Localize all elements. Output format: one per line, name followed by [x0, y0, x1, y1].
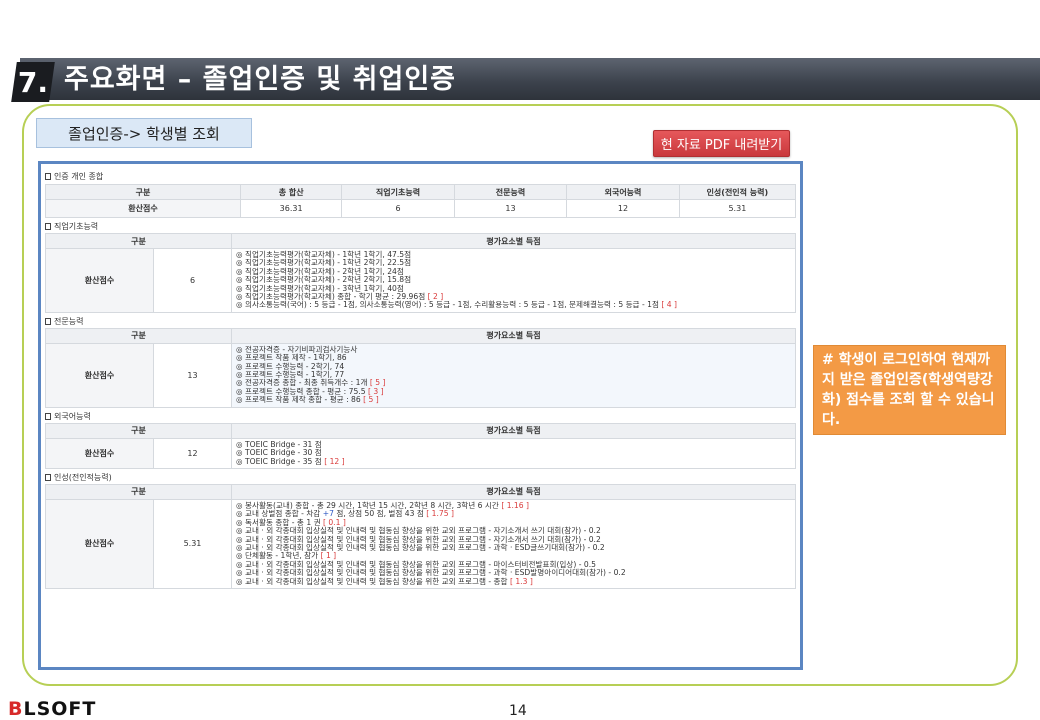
summary-cell: 6	[341, 199, 455, 218]
section-table-basic-skills: 구분 평가요소별 득점 환산점수 6 ◎ 직업기초능력평가(학교자체) - 1학년 1학…	[45, 233, 797, 313]
sections-container: 직업기초능력 구분 평가요소별 득점 환산점수 6 ◎ 직업기초능력평가(학교자체) - …	[45, 220, 797, 589]
section-label: 환산점수	[45, 498, 154, 589]
page-number: 14	[509, 703, 527, 719]
summary-table: 구분 총 합산 직업기초능력 전문능력 외국어능력 인성(전인적 능력) 환산점…	[45, 184, 797, 218]
section-header-cell: 구분	[45, 233, 232, 249]
list-item: ◎ 의사소통능력(국어) : 5 등급 - 1점, 의사소통능력(영어) : 5…	[235, 300, 677, 310]
section-row: 환산점수 5.31 ◎ 봉사활동(교내) 종합 - 총 29 시간, 1학년 15 …	[45, 498, 797, 589]
section-score: 12	[153, 437, 232, 469]
section-box-icon	[45, 473, 51, 481]
list-item: ◎ 교내 · 외 각종대회 입상실적 및 인내력 및 협동심 향상을 위한 교외…	[235, 576, 533, 586]
section-score: 6	[153, 248, 232, 313]
section-header-cell: 평가요소별 득점	[230, 233, 797, 249]
section-label: 환산점수	[45, 437, 154, 469]
section-header-row: 구분 평가요소별 득점	[45, 422, 797, 439]
list-item: ◎ TOEIC Bridge - 35 점 [ 12 ]	[235, 456, 345, 466]
summary-header-cell: 외국어능력	[566, 184, 680, 200]
score-panel: 인증 개인 종합 구분 총 합산 직업기초능력 전문능력 외국어능력 인성(전인…	[38, 161, 803, 670]
section-header-summary: 인증 개인 종합	[45, 170, 796, 183]
section-table-character: 구분 평가요소별 득점 환산점수 5.31 ◎ 봉사활동(교내) 종합 - 총 29 시…	[45, 483, 797, 589]
summary-header-cell: 직업기초능력	[341, 184, 455, 200]
section-row: 환산점수 12 ◎ TOEIC Bridge - 31 점 ◎ TOEIC Bridg…	[45, 437, 797, 469]
summary-row: 환산점수 36.31 6 13 12 5.31	[45, 199, 797, 218]
summary-cell: 12	[566, 199, 680, 218]
section-box-icon	[45, 173, 51, 180]
section-score: 5.31	[153, 498, 232, 589]
section-table-professional: 구분 평가요소별 득점 환산점수 13 ◎ 전공자격증 - 자기비파괴검사기능사 ◎ 프로…	[45, 327, 797, 408]
section-score: 13	[153, 342, 232, 408]
section-header-professional: 전문능력	[45, 315, 796, 328]
summary-header-cell: 구분	[45, 184, 241, 200]
summary-cell: 36.31	[239, 199, 343, 218]
section-header-foreign-language: 외국어능력	[45, 410, 796, 423]
summary-cell: 13	[453, 199, 568, 218]
callout-note: # 학생이 로그인하여 현재까지 받은 졸업인증(학생역량강화) 점수를 조회 …	[813, 345, 1006, 435]
summary-header-row: 구분 총 합산 직업기초능력 전문능력 외국어능력 인성(전인적 능력)	[45, 184, 797, 200]
section-box-icon	[45, 223, 51, 230]
section-number: 7.	[11, 62, 55, 102]
section-box-icon	[45, 317, 51, 325]
page-title: 주요화면 – 졸업인증 및 취업인증	[64, 64, 457, 95]
section-header-row: 구분 평가요소별 득점	[45, 233, 797, 249]
section-row: 환산점수 13 ◎ 전공자격증 - 자기비파괴검사기능사 ◎ 프로젝트 작품 제작 -…	[45, 342, 797, 408]
list-item: ◎ 프로젝트 작품 제작 종합 - 평균 : 86 [ 5 ]	[235, 395, 379, 405]
section-row: 환산점수 6 ◎ 직업기초능력평가(학교자체) - 1학년 1학기, 47.5점 ◎ …	[45, 248, 797, 313]
section-table-foreign-language: 구분 평가요소별 득점 환산점수 12 ◎ TOEIC Bridge - 31 점 ◎ T…	[45, 422, 797, 469]
section-header-cell: 평가요소별 득점	[230, 327, 797, 344]
section-box-icon	[45, 412, 51, 420]
section-items: ◎ 봉사활동(교내) 종합 - 총 29 시간, 1학년 15 시간, 2학년 …	[230, 498, 797, 589]
section-header-cell: 구분	[45, 327, 232, 344]
summary-header-cell: 총 합산	[239, 184, 343, 200]
breadcrumb: 졸업인증-> 학생별 조회	[36, 118, 252, 148]
summary-cell: 5.31	[678, 199, 797, 218]
section-label: 환산점수	[45, 342, 154, 408]
section-items: ◎ 직업기초능력평가(학교자체) - 1학년 1학기, 47.5점 ◎ 직업기초능…	[230, 248, 797, 313]
section-items: ◎ 전공자격증 - 자기비파괴검사기능사 ◎ 프로젝트 작품 제작 - 1학기, …	[230, 342, 797, 408]
section-header-character: 인성(전인적능력)	[45, 471, 796, 484]
section-header-row: 구분 평가요소별 득점	[45, 327, 797, 344]
summary-cell: 환산점수	[45, 199, 241, 218]
company-logo: BLSOFT	[8, 698, 97, 720]
section-label: 환산점수	[45, 248, 154, 313]
section-header-cell: 평가요소별 득점	[230, 483, 797, 500]
summary-header-cell: 인성(전인적 능력)	[678, 184, 797, 200]
section-header-row: 구분 평가요소별 득점	[45, 483, 797, 500]
pdf-download-button[interactable]: 현 자료 PDF 내려받기	[653, 130, 790, 157]
section-items: ◎ TOEIC Bridge - 31 점 ◎ TOEIC Bridge - 30…	[230, 437, 797, 469]
section-header-cell: 평가요소별 득점	[230, 422, 797, 439]
section-header-basic-skills: 직업기초능력	[45, 220, 796, 233]
summary-header-cell: 전문능력	[453, 184, 568, 200]
section-header-cell: 구분	[45, 422, 232, 439]
section-header-cell: 구분	[45, 483, 232, 500]
